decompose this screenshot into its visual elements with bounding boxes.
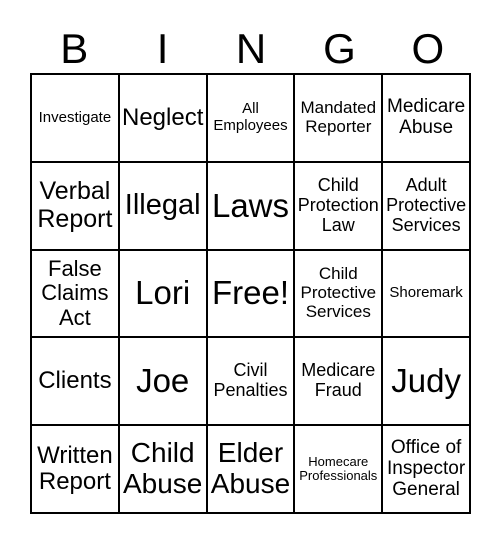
bingo-cell[interactable]: False Claims Act	[31, 249, 119, 338]
bingo-cell[interactable]: Medicare Abuse	[382, 74, 470, 162]
bingo-cell[interactable]: Office of Inspector General	[382, 425, 470, 513]
bingo-cell[interactable]: Judy	[382, 337, 470, 426]
bingo-cell[interactable]: Elder Abuse	[206, 425, 295, 513]
bingo-grid: Investigate Neglect All Employees Mandat…	[30, 73, 471, 514]
header-letter-o: O	[411, 25, 445, 72]
bingo-cell[interactable]: Civil Penalties	[206, 337, 295, 426]
bingo-cell[interactable]: Child Protection Law	[294, 161, 383, 250]
free-space-cell[interactable]: Free!	[206, 249, 295, 338]
bingo-cell[interactable]: Laws	[206, 161, 295, 250]
header-letter-i: I	[156, 25, 169, 72]
bingo-cell[interactable]: Illegal	[118, 161, 207, 250]
bingo-cell[interactable]: Homecare Professionals	[294, 425, 383, 513]
bingo-cell[interactable]: Written Report	[31, 425, 119, 513]
bingo-cell[interactable]: Investigate	[31, 74, 119, 162]
header-letter-g: G	[323, 25, 356, 72]
bingo-cell[interactable]: Clients	[31, 337, 119, 426]
bingo-cell[interactable]: Adult Protective Services	[382, 161, 470, 250]
header-letter-n: N	[235, 25, 267, 72]
bingo-cell[interactable]: Verbal Report	[31, 161, 119, 250]
bingo-cell[interactable]: Lori	[118, 249, 207, 338]
bingo-cell[interactable]: Neglect	[118, 74, 207, 162]
bingo-cell[interactable]: Mandated Reporter	[294, 74, 383, 162]
bingo-cell[interactable]: Child Protective Services	[294, 249, 383, 338]
bingo-cell[interactable]: Child Abuse	[118, 425, 207, 513]
bingo-cell[interactable]: All Employees	[206, 74, 295, 162]
bingo-header: B I N G O	[30, 26, 472, 72]
bingo-cell[interactable]: Shoremark	[382, 249, 470, 338]
bingo-cell[interactable]: Medicare Fraud	[294, 337, 383, 426]
bingo-cell[interactable]: Joe	[118, 337, 207, 426]
header-letter-b: B	[60, 25, 89, 72]
